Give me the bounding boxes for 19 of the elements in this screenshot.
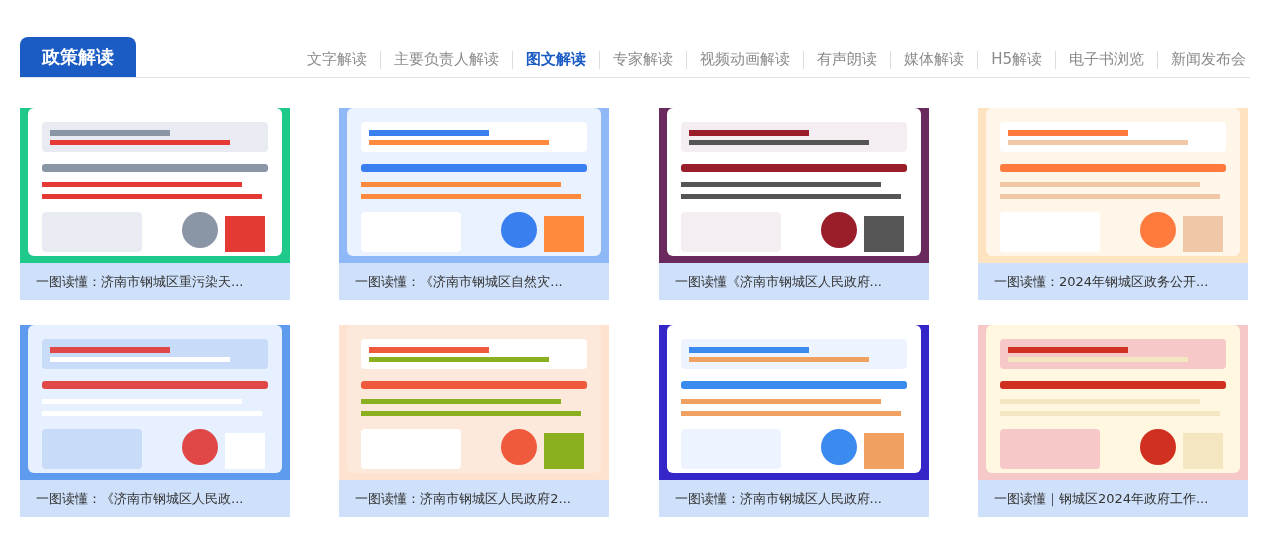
card-caption[interactable]: 一图读懂｜钢城区2024年政府工作... xyxy=(977,480,1248,517)
tab[interactable]: 有声朗读 xyxy=(813,50,882,69)
card-caption[interactable]: 一图读懂：济南市钢城区人民政府2... xyxy=(339,480,610,517)
card-caption[interactable]: 一图读懂：《济南市钢城区人民政... xyxy=(20,480,290,517)
tab[interactable]: 专家解读 xyxy=(609,50,678,69)
card-caption[interactable]: 一图读懂：济南市钢城区人民政府... xyxy=(658,480,929,517)
tab[interactable]: 媒体解读 xyxy=(900,50,969,69)
tab[interactable]: 视频动画解读 xyxy=(696,50,795,69)
card-caption[interactable]: 一图读懂：济南市钢城区重污染天... xyxy=(20,263,290,300)
tab[interactable]: H5解读 xyxy=(987,50,1046,69)
tab[interactable]: 图文解读 xyxy=(522,50,591,69)
tab[interactable]: 新闻发布会 xyxy=(1167,50,1250,69)
tab[interactable]: 电子书浏览 xyxy=(1065,50,1148,69)
card-caption[interactable]: 一图读懂：《济南市钢城区自然灾... xyxy=(339,263,610,300)
tab[interactable]: 主要负责人解读 xyxy=(390,50,504,69)
card-caption[interactable]: 一图读懂：2024年钢城区政务公开... xyxy=(977,263,1248,300)
tab[interactable]: 文字解读 xyxy=(303,50,372,69)
section-title: 政策解读 xyxy=(20,37,136,77)
card-caption[interactable]: 一图读懂《济南市钢城区人民政府... xyxy=(658,263,929,300)
